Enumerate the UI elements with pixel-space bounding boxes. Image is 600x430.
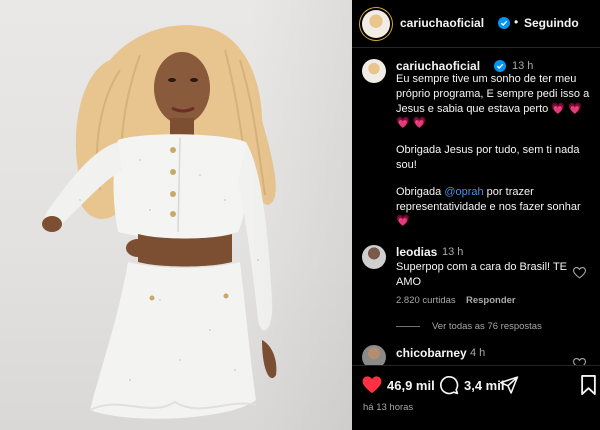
comment-text: Superpop com a cara do Brasil! TE [396,261,567,273]
photo-wall-shadow [250,0,352,430]
view-replies-line [396,325,420,327]
author-avatar[interactable] [362,10,390,38]
hearts-emoji: 💗 [396,215,410,227]
separator-dot: • [514,15,519,29]
mention-link[interactable]: @oprah [444,186,483,198]
share-icon[interactable] [500,376,519,394]
view-replies-button[interactable]: Ver todas as 76 respostas [396,321,542,332]
caption-line: Obrigada Jesus por tudo, sem ti nada [396,144,580,156]
reply-button[interactable]: Responder [466,295,516,306]
comment-time: 13 h [442,246,464,258]
like-heart-icon[interactable] [362,376,382,394]
commenter-avatar[interactable] [362,345,386,365]
author-username[interactable]: cariuchaoficial [400,16,484,30]
caption-line: Eu sempre tive um sonho de ter meu [396,73,577,85]
post-header: cariuchaoficial • Seguindo [352,0,600,48]
like-comment-icon[interactable] [573,358,586,365]
comment-text: AMO [396,276,422,288]
save-bookmark-icon[interactable] [581,375,596,395]
caption-line: sou! [396,159,417,171]
verified-badge-icon [498,17,510,29]
following-button[interactable]: Seguindo [524,16,579,30]
comment-username[interactable]: leodias [396,245,437,259]
caption-line: próprio programa, E sempre pedi isso a [396,88,590,100]
caption-line: representatividade e nos fazer sonhar [396,201,581,213]
comment-username[interactable]: chicobarney [396,346,467,360]
post-actions: 46,9 mil 3,4 mil há 13 horas [352,365,600,430]
hearts-emoji: 💗 💗 [551,103,582,115]
caption-line: Obrigada @oprah por trazer [396,186,534,198]
caption-time: 13 h [512,60,534,72]
comment-likes[interactable]: 2.820 curtidas [396,295,456,306]
comment-count[interactable]: 3,4 mil [464,378,504,393]
post-timestamp: há 13 horas [363,402,414,413]
caption-username[interactable]: cariuchaoficial [396,59,480,73]
hearts-emoji: 💗 💗 [396,117,427,129]
caption-avatar[interactable] [362,59,386,83]
post-photo[interactable] [0,0,352,430]
post-details-panel: cariuchaoficial • Seguindo cariuchaofici… [352,0,600,430]
verified-badge-icon [494,60,506,72]
commenter-avatar[interactable] [362,245,386,269]
comments-list[interactable]: cariuchaoficial 13 h Eu sempre tive um s… [352,49,600,365]
like-count[interactable]: 46,9 mil [387,378,435,393]
comment-time: 4 h [470,347,486,359]
like-comment-icon[interactable] [573,267,586,279]
comment-icon[interactable] [439,375,459,395]
